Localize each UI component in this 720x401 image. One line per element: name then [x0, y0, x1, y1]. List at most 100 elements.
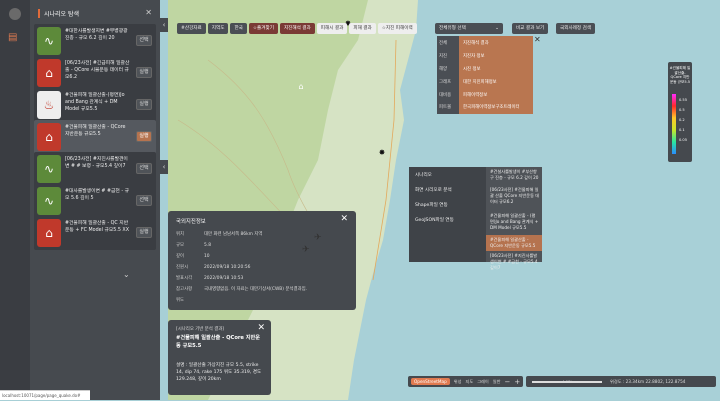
dropdown-category[interactable]: 해양 — [439, 66, 459, 72]
scenario-text: [06/23사전] #긴급피해 일괄산출 - QCore 시뮬운동 데이터 규모… — [65, 61, 130, 80]
dropdown-item[interactable]: 한국피해이력정보구조트레이터 — [463, 104, 520, 110]
info-title: 국외지진정보 — [176, 219, 206, 225]
scenario-select-button[interactable]: 선택 — [136, 163, 152, 174]
collapse-left-icon[interactable]: ‹ — [160, 18, 168, 32]
basemap-option[interactable]: 일반 — [493, 379, 501, 385]
chevron-down-icon: ⌄ — [495, 26, 499, 31]
document-icon[interactable]: ▤ — [8, 32, 20, 44]
submenu-item[interactable]: [06/23사전] #건물피해 일괄 산출 QCore 지반운동 데이터 규모6… — [490, 187, 540, 205]
simulation-result-panel: [시나리오 기반 분석 결과] ✕ #건물피해 일괄산출 - QCore 지반운… — [168, 320, 271, 395]
legend-title: #건물피해 일괄산출-QCore 지반운동 규모5.5 — [669, 66, 691, 84]
toolbar-item[interactable]: #산강자료 — [177, 23, 206, 34]
dropdown-category[interactable]: 피트볼 — [439, 104, 459, 110]
scenario-text: #건물피해 일괄산출-(평면)Jo and Bang 관계식 + DM Mode… — [65, 93, 125, 112]
scenario-run-button[interactable]: 실행 — [136, 99, 152, 110]
basemap-option-active[interactable]: OpenStreetMap — [411, 378, 450, 385]
sim-title: #건물피해 일괄산출 - QCore 지반운동 규모5.5 — [176, 335, 261, 349]
dropdown-category[interactable]: 그래프 — [439, 79, 459, 85]
info-row: 규모 5.8 — [176, 243, 211, 248]
dropdown-category[interactable]: 전체 — [439, 40, 459, 46]
panel-title: 시나리오 탐색 — [38, 9, 79, 18]
toolbar-item[interactable]: 피해시 결과 — [316, 23, 348, 34]
scenario-card[interactable]: ∿ #대한사를발생지변 #부병광광진층 - 규모 6.2 깊이 20 선택 — [34, 24, 156, 58]
context-menu-item[interactable]: 화면 시리오로 분석 — [415, 187, 452, 193]
close-icon[interactable]: ✕ — [145, 8, 152, 17]
left-icon-bar: ▤ — [0, 0, 30, 400]
house-icon: ⌂ — [37, 59, 61, 87]
dropdown-category[interactable]: 대비용 — [439, 92, 459, 98]
legend-colorbar — [672, 94, 676, 154]
toolbar-item[interactable]: 피해 결과 — [349, 23, 376, 34]
scenario-card[interactable]: ∿ [06/23사전] #지진사를발견이변 # # 보령 - 규모5.4 깊이7… — [34, 152, 156, 186]
scenario-card-active[interactable]: ⌂ #건물피해 일괄산출 - QCore 지반운동 규모5.5 실행 — [34, 120, 156, 154]
scenario-card[interactable]: ∿ #대사를발생이변 # #금천 - 규모 5.6 깊이 5 선택 — [34, 184, 156, 218]
scenario-card[interactable]: ⌂ #건물피해 일괄산출 - QC 지반운동 + FC Model 규모5.5 … — [34, 216, 156, 250]
type-dropdown: 전체 지진 해양 그래프 대비용 피트볼 지진해석 결과 지진자 정보 시진 정… — [437, 35, 541, 114]
scenario-card[interactable]: ⌂ [06/23사전] #긴급피해 일괄산출 - QCore 시뮬운동 데이터 … — [34, 56, 156, 90]
scenario-run-button[interactable]: 실행 — [136, 131, 152, 142]
map-legend: #건물피해 일괄산출-QCore 지반운동 규모5.5 0.55 0.5 0.2… — [668, 62, 692, 162]
scenario-text: #건물피해 일괄산출 - QCore 지반운동 규모5.5 — [65, 125, 126, 137]
scenario-text: [06/23사전] #지진사를발견이변 # # 보령 - 규모5.4 깊이7 — [65, 157, 128, 169]
zoom-out-icon[interactable]: − — [504, 378, 510, 386]
dropdown-item[interactable]: 시진 정보 — [463, 66, 481, 72]
context-menu-item[interactable]: 시나리오 — [415, 172, 432, 178]
dropdown-category[interactable]: 지진 — [439, 53, 459, 59]
close-icon[interactable]: ✕ — [257, 323, 265, 333]
scenario-text: #건물피해 일괄산출 - QC 지반운동 + FC Model 규모5.5 XX — [65, 221, 130, 233]
context-menu-list: 시나리오 화면 시리오로 분석 Shape파일 연동 GeoJSON파일 연동 — [409, 167, 479, 262]
scenario-card[interactable]: ♨ #건물피해 일괄산출-(평면)Jo and Bang 관계식 + DM Mo… — [34, 88, 156, 122]
toolbar-item[interactable]: 지역도 — [207, 23, 229, 34]
toolbar-item[interactable]: ☆지진 피해이력 — [377, 23, 417, 34]
export-button[interactable]: 국외사례정 검색 — [556, 23, 596, 34]
type-select[interactable]: 전체유형 선택 ⌄ — [435, 23, 503, 34]
scale-bar: 4.03km 위경도 : 23.34km 22.8802, 122.8754 — [526, 376, 716, 387]
quake-icon: ✈ — [302, 245, 310, 255]
close-icon[interactable]: ✕ — [340, 214, 348, 224]
seismic-icon: ∿ — [37, 27, 61, 55]
basemap-option[interactable]: 그레이 — [477, 379, 489, 385]
legend-value: 0.1 — [679, 128, 685, 132]
collapse-left-icon[interactable]: ‹ — [160, 160, 168, 174]
quake-icon: ✈ — [314, 233, 322, 243]
submenu-item[interactable]: #건물피해 일괄산출 - (평면)Jo and Bang 관계식 + DM Mo… — [490, 213, 540, 231]
house-icon: ⌂ — [37, 219, 61, 247]
basemap-option[interactable]: 위성 — [454, 379, 462, 385]
dropdown-item[interactable]: 지진해석 결과 — [463, 40, 489, 46]
marker-icon[interactable]: ⌂ — [296, 82, 306, 94]
submenu-item[interactable]: [06/23사전] #지진사를발생이변 # #금천 - 규모5.4 깊이7 — [490, 253, 540, 271]
context-menu-item[interactable]: Shape파일 연동 — [415, 202, 448, 208]
map-toolbar: #산강자료 지역도 한국 ☆즐겨찾기 지진해석 결과 피해시 결과 피해 결과 … — [177, 23, 417, 35]
basemap-option[interactable]: 지도 — [465, 379, 473, 385]
compare-button[interactable]: 비교 결과 보기 — [512, 23, 549, 34]
chevron-down-icon[interactable]: ⌄ — [123, 270, 130, 279]
scale-label: 4.03km — [562, 379, 577, 384]
context-submenu: #건설사를발생이 #부산항구 진층 - 규모 6.2 깊이 20 [06/23사… — [486, 167, 542, 270]
basemap-switcher: OpenStreetMap 위성 지도 그레이 일반 − + — [408, 376, 524, 387]
scenario-text: #대한사를발생지변 #부병광광진층 - 규모 6.2 깊이 20 — [65, 29, 128, 41]
dropdown-item[interactable]: 피해이력정보 — [463, 92, 487, 98]
toolbar-item[interactable]: 한국 — [230, 23, 247, 34]
dropdown-item-list: 지진해석 결과 지진자 정보 시진 정보 대한 지진피해정보 피해이력정보 한국… — [459, 36, 533, 114]
scenario-select-button[interactable]: 선택 — [136, 35, 152, 46]
collapse-icon: ♨ — [37, 91, 61, 119]
info-row: 위도 — [176, 298, 185, 303]
toolbar-item[interactable]: ☆즐겨찾기 — [248, 23, 278, 34]
submenu-item[interactable]: #건설사를발생이 #부산항구 진층 - 규모 6.2 깊이 20 — [490, 169, 540, 181]
zoom-in-icon[interactable]: + — [514, 378, 520, 386]
scenario-select-button[interactable]: 선택 — [136, 195, 152, 206]
scenario-run-button[interactable]: 실행 — [136, 227, 152, 238]
sim-description: 설명 : 일괄산출 가상지진 규모 5.5, strike 14, dip 74… — [176, 363, 262, 382]
info-row: 참고사항 국내영향없음. 이 자료는 대만기상서(CWB) 분석결과임. — [176, 287, 308, 292]
toolbar-item[interactable]: 지진해석 결과 — [279, 23, 315, 34]
context-menu: 시나리오 화면 시리오로 분석 Shape파일 연동 GeoJSON파일 연동 … — [409, 167, 542, 270]
close-icon[interactable]: ✕ — [534, 35, 541, 44]
dropdown-item[interactable]: 지진자 정보 — [463, 53, 485, 59]
context-menu-item[interactable]: GeoJSON파일 연동 — [415, 217, 454, 223]
legend-value: 0.5 — [679, 108, 685, 112]
epicenter-marker-icon[interactable]: ✸ — [377, 148, 387, 160]
scenario-run-button[interactable]: 실행 — [136, 67, 152, 78]
dropdown-item[interactable]: 대한 지진피해정보 — [463, 79, 497, 85]
submenu-item-selected[interactable]: #건물피해 일괄산출 - QCore 지반운동 규모5.5 — [486, 235, 542, 251]
legend-value: 0.55 — [679, 98, 688, 102]
